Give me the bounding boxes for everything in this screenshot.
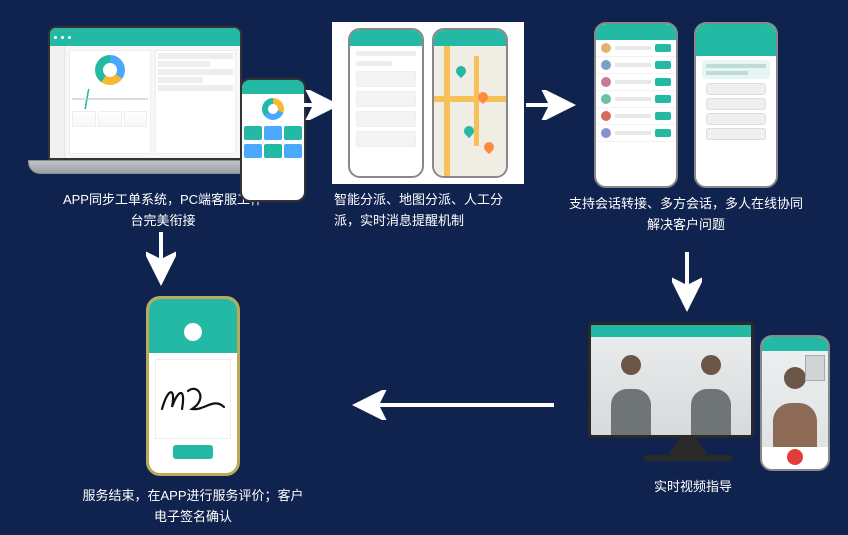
- phone-signature: [146, 296, 240, 476]
- phone-mock-overlay: [240, 78, 306, 202]
- arrow-1-5: [146, 226, 176, 290]
- pip-thumbnail: [805, 355, 825, 381]
- phone-chat-list: [594, 22, 678, 188]
- arrow-3-4: [672, 246, 702, 316]
- pin-icon: [482, 140, 496, 154]
- confirm-button: [173, 445, 213, 459]
- node-pc-sync: APP同步工单系统，PC端客服工作台完美衔接: [38, 26, 288, 232]
- caption-n4: 实时视频指导: [578, 477, 808, 498]
- chart-icon: [95, 55, 125, 85]
- node-dispatch: 智能分派、地图分派、人工分派，实时消息提醒机制: [332, 22, 524, 232]
- phone-video-call: [760, 335, 830, 471]
- node-video: 实时视频指导: [578, 322, 808, 498]
- arrow-4-5: [350, 390, 560, 420]
- hangup-icon: [787, 449, 803, 465]
- caption-n2: 智能分派、地图分派、人工分派，实时消息提醒机制: [332, 190, 524, 232]
- caption-n5: 服务结束，在APP进行服务评价；客户电子签名确认: [78, 486, 308, 528]
- phone-map: [432, 28, 508, 178]
- chart-icon: [262, 98, 284, 120]
- phone-form: [348, 28, 424, 178]
- avatar-icon: [149, 315, 237, 353]
- node-chat: 支持会话转接、多方会话，多人在线协同解决客户问题: [566, 22, 806, 236]
- monitor-mock: [588, 322, 754, 438]
- laptop-mock: [48, 26, 242, 160]
- signature-icon: [158, 379, 228, 419]
- phone-chat-actions: [694, 22, 778, 188]
- node-signature: 服务结束，在APP进行服务评价；客户电子签名确认: [78, 296, 308, 528]
- caption-n3: 支持会话转接、多方会话，多人在线协同解决客户问题: [566, 194, 806, 236]
- pin-icon: [454, 64, 468, 78]
